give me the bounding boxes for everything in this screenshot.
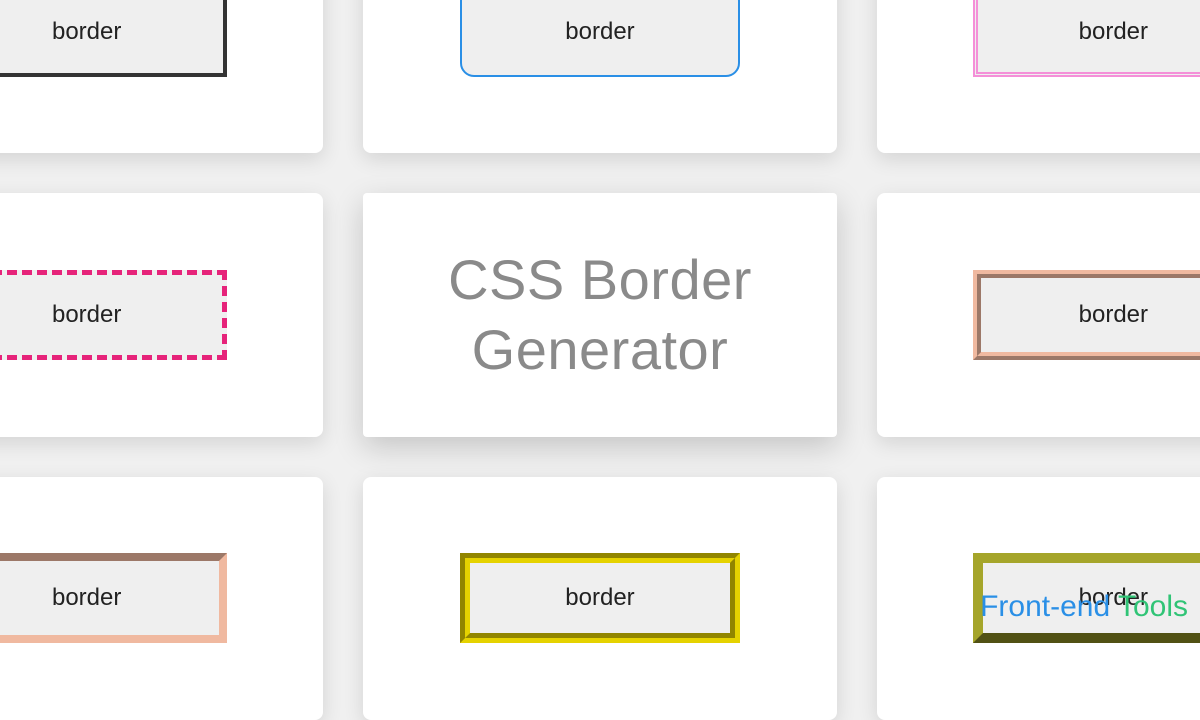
border-example-rounded-blue: border	[363, 0, 836, 153]
title-line-2: Generator	[472, 318, 729, 381]
border-swatch: border	[973, 270, 1200, 360]
border-example-inset-peach: border	[0, 477, 323, 720]
border-swatch: border	[973, 0, 1200, 77]
title-card: CSS Border Generator	[363, 193, 836, 436]
swatch-label: border	[565, 584, 634, 612]
page-title: CSS Border Generator	[448, 245, 752, 385]
border-example-dashed-magenta: border	[0, 193, 323, 436]
title-line-1: CSS Border	[448, 248, 752, 311]
swatch-label: border	[1079, 301, 1148, 329]
border-example-groove-yellow: border	[363, 477, 836, 720]
border-example-solid-black: border	[0, 0, 323, 153]
swatch-label: border	[52, 584, 121, 612]
border-swatch: border	[460, 0, 740, 77]
swatch-label: border	[565, 18, 634, 46]
brand-word-2: Tools	[1118, 590, 1188, 623]
brand-footer: Front-end Tools	[980, 590, 1188, 624]
border-swatch: border	[0, 270, 227, 360]
brand-word-1: Front-end	[980, 590, 1110, 623]
swatch-label: border	[1079, 18, 1148, 46]
swatch-label: border	[52, 301, 121, 329]
border-example-double-pink: border	[877, 0, 1200, 153]
swatch-label: border	[52, 18, 121, 46]
border-swatch: border	[0, 0, 227, 77]
border-example-ridge-peach: border	[877, 193, 1200, 436]
